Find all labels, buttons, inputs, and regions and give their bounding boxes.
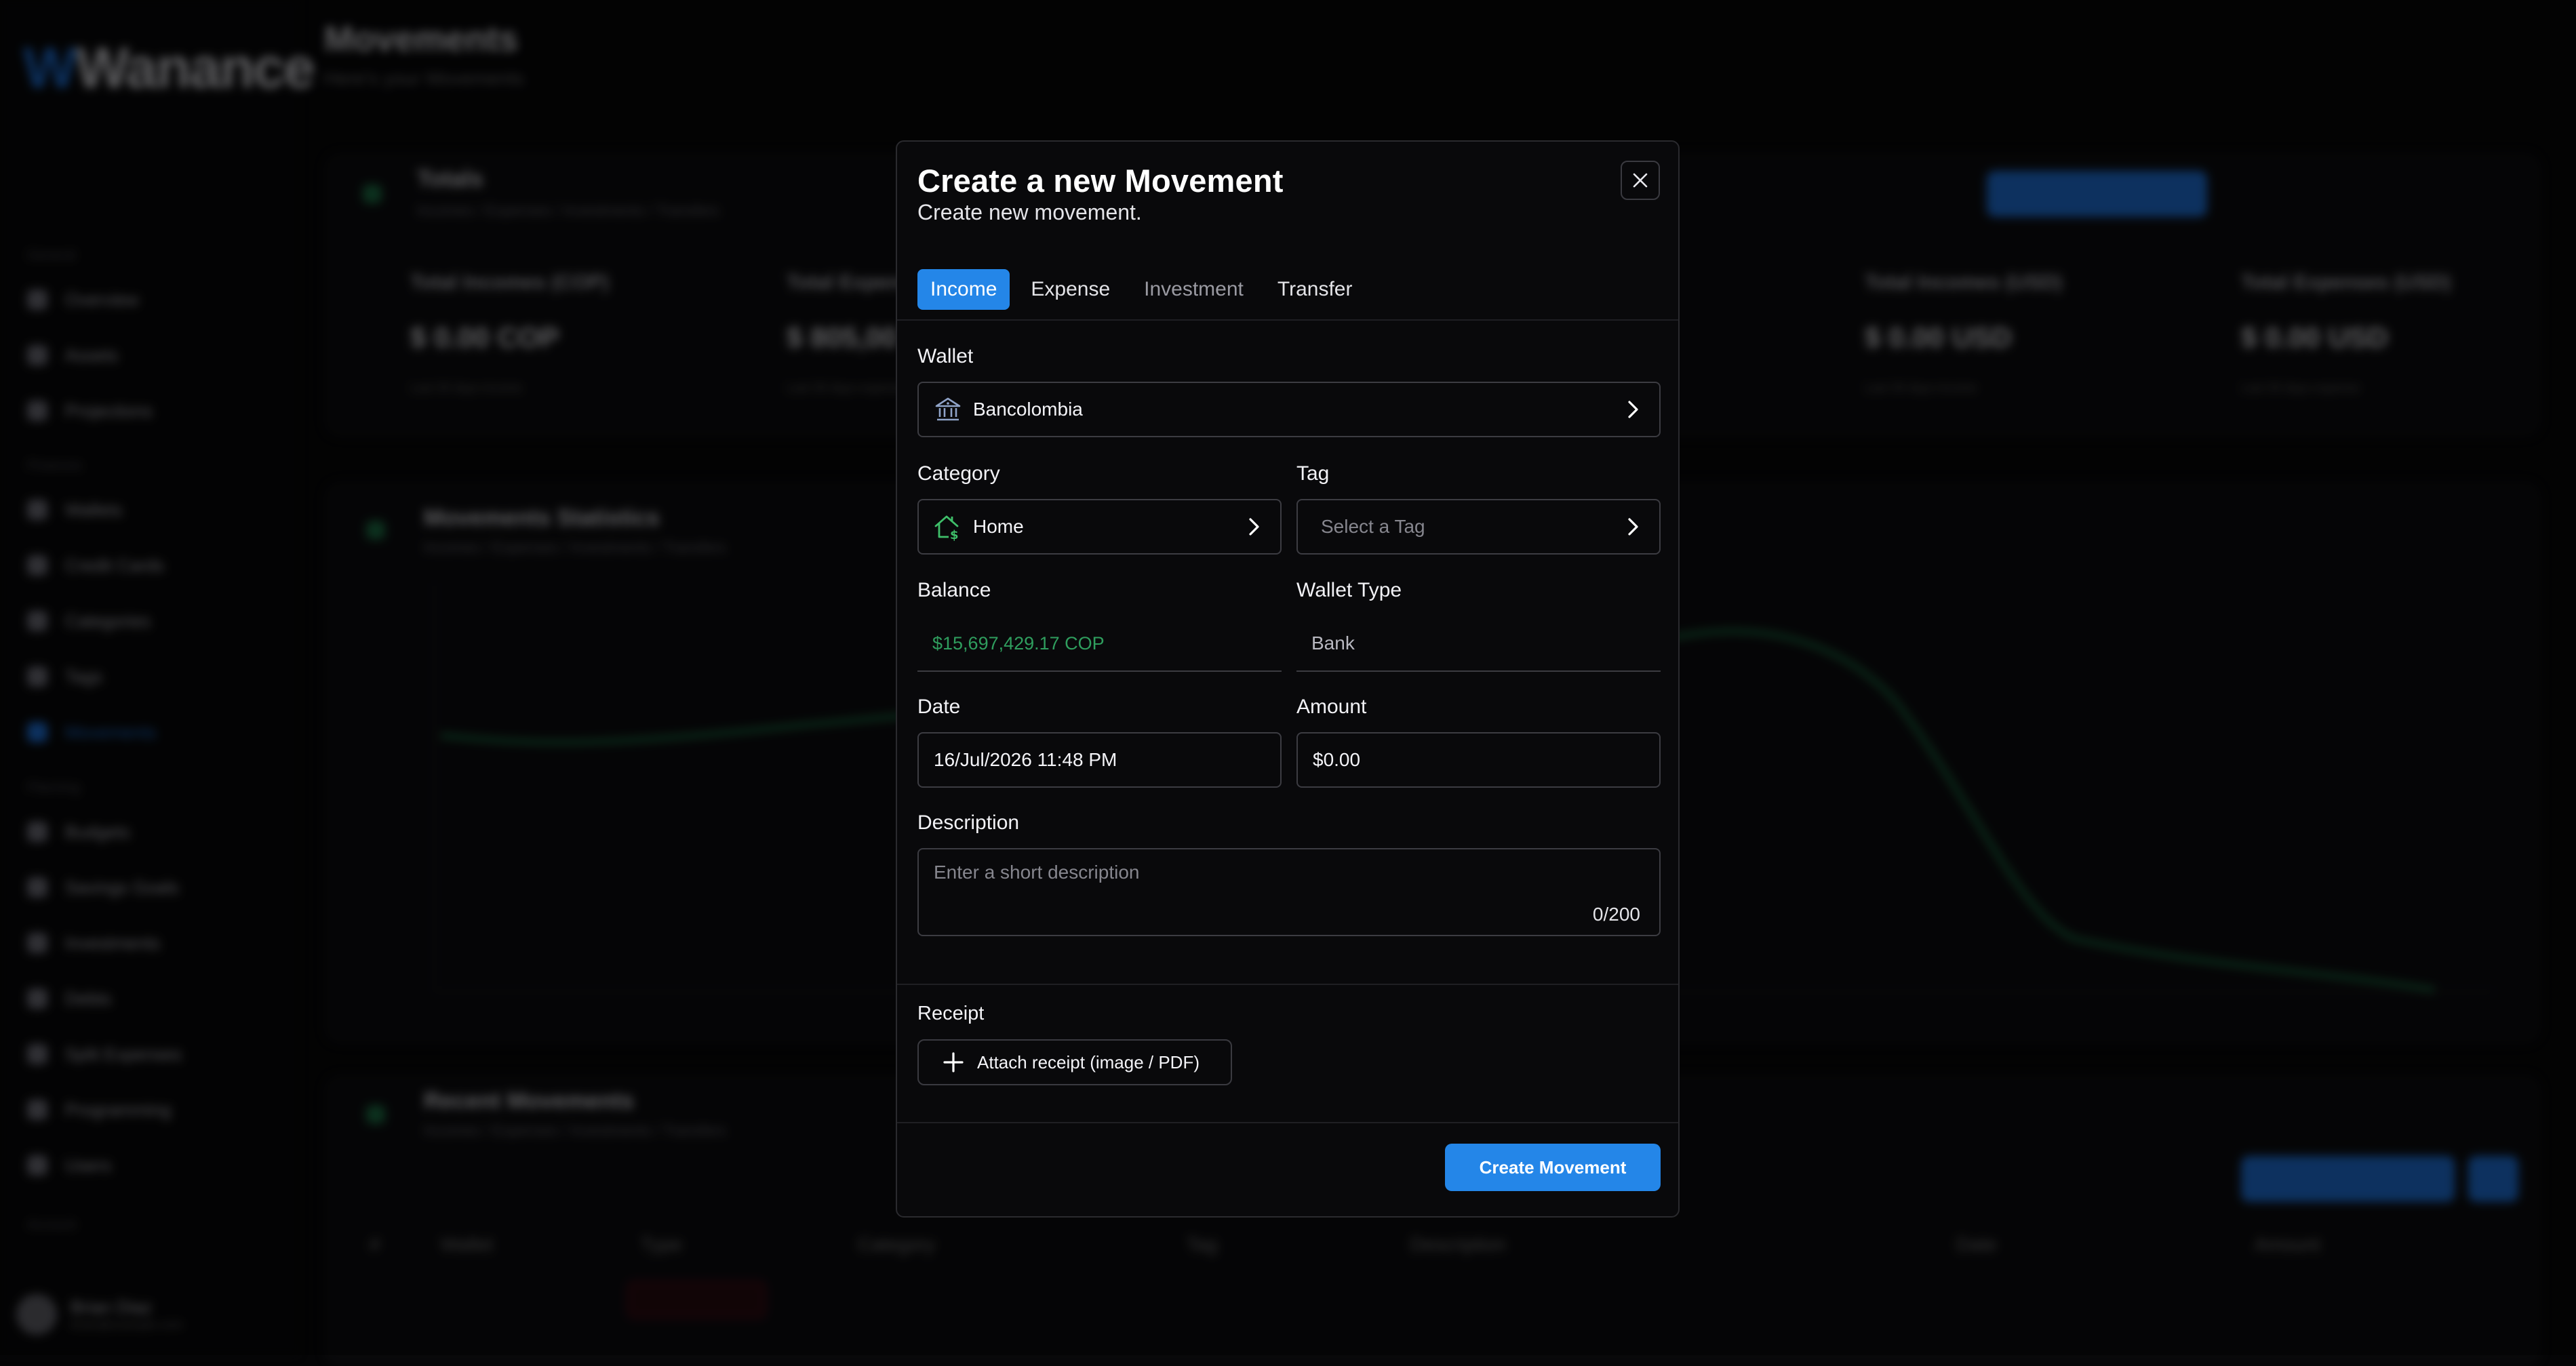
balance-field: $15,697,429.17 COP	[917, 616, 1282, 672]
receipt-divider	[897, 984, 1678, 985]
balance-value: $15,697,429.17 COP	[932, 632, 1105, 654]
amount-input[interactable]: $0.00	[1296, 732, 1661, 788]
wallet-type-label: Wallet Type	[1296, 579, 1402, 601]
wallet-type-field: Bank	[1296, 616, 1661, 672]
attach-receipt-button[interactable]: Attach receipt (image / PDF)	[917, 1039, 1232, 1085]
tabs-divider	[897, 319, 1678, 321]
create-movement-modal: Create a new Movement Create new movemen…	[896, 140, 1680, 1218]
wallet-select[interactable]: Bancolombia	[917, 382, 1661, 437]
modal-title: Create a new Movement	[917, 163, 1284, 199]
house-money-icon: $	[934, 515, 959, 541]
category-value: Home	[973, 516, 1024, 537]
description-textarea[interactable]: Enter a short description 0/200	[917, 848, 1661, 936]
chevron-right-icon	[1628, 401, 1638, 418]
receipt-label: Receipt	[917, 1003, 985, 1024]
create-movement-button[interactable]: Create Movement	[1445, 1144, 1661, 1191]
movement-type-tabs: Income Expense Investment Transfer	[917, 269, 1373, 310]
bank-icon	[935, 397, 961, 421]
chevron-right-icon	[1628, 518, 1638, 536]
tag-placeholder: Select a Tag	[1321, 516, 1425, 537]
description-label: Description	[917, 811, 1020, 834]
date-label: Date	[917, 696, 961, 718]
wallet-type-value: Bank	[1311, 632, 1355, 654]
tag-select[interactable]: Select a Tag	[1296, 499, 1661, 555]
close-button[interactable]	[1621, 161, 1660, 200]
svg-text:$: $	[950, 528, 959, 541]
category-select[interactable]: $ Home	[917, 499, 1282, 555]
attach-receipt-label: Attach receipt (image / PDF)	[977, 1051, 1200, 1072]
tab-income[interactable]: Income	[917, 269, 1010, 310]
tab-expense[interactable]: Expense	[1018, 269, 1123, 310]
close-icon	[1633, 173, 1648, 188]
description-placeholder: Enter a short description	[934, 862, 1140, 883]
description-counter: 0/200	[1592, 904, 1640, 925]
chevron-right-icon	[1249, 518, 1259, 536]
plus-icon	[943, 1052, 964, 1072]
wallet-label: Wallet	[917, 345, 974, 367]
footer-divider	[897, 1122, 1678, 1123]
date-value: 16/Jul/2026 11:48 PM	[934, 749, 1117, 770]
tab-transfer[interactable]: Transfer	[1265, 269, 1366, 310]
tab-investment[interactable]: Investment	[1131, 269, 1256, 310]
date-input[interactable]: 16/Jul/2026 11:48 PM	[917, 732, 1282, 788]
category-label: Category	[917, 462, 1000, 485]
tag-label: Tag	[1296, 462, 1330, 485]
amount-label: Amount	[1296, 696, 1367, 718]
wallet-value: Bancolombia	[973, 399, 1083, 420]
balance-label: Balance	[917, 579, 991, 601]
amount-value: $0.00	[1313, 749, 1361, 770]
modal-subtitle: Create new movement.	[917, 200, 1142, 224]
